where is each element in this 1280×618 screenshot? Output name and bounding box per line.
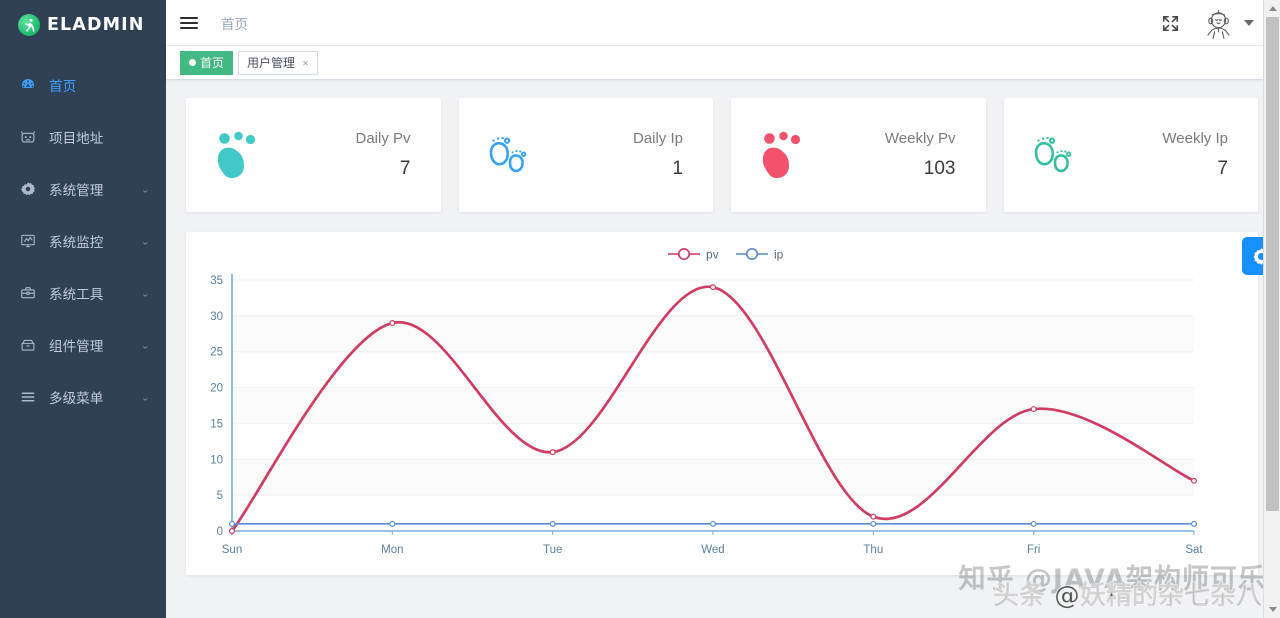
svg-text:20: 20 <box>210 383 223 395</box>
tag-home[interactable]: 首页 <box>180 50 234 75</box>
dashboard-icon <box>19 77 36 94</box>
footprint-outline-icon <box>1030 126 1082 184</box>
sidebar: ELADMIN 首页 项目地址 系统管理 ⌄ 系统监控 ⌄ 系统工具 ⌄ 组件管… <box>0 0 166 618</box>
github-cat-icon <box>19 129 36 146</box>
breadcrumb[interactable]: 首页 <box>221 13 248 33</box>
footprint-solid-icon <box>757 126 809 184</box>
footprint-solid-icon <box>212 126 264 184</box>
sidebar-logo[interactable]: ELADMIN <box>0 0 166 50</box>
sidebar-item-home[interactable]: 首页 <box>0 59 166 111</box>
tag-label: 首页 <box>200 56 225 70</box>
svg-text:Thu: Thu <box>863 544 883 556</box>
admin-dashboard-page: ELADMIN 首页 项目地址 系统管理 ⌄ 系统监控 ⌄ 系统工具 ⌄ 组件管… <box>0 0 1280 618</box>
svg-text:pv: pv <box>706 248 719 262</box>
toolbox-icon <box>19 285 36 302</box>
chevron-down-icon: ⌄ <box>140 236 150 247</box>
svg-text:10: 10 <box>210 454 223 466</box>
navbar-right-controls <box>1161 0 1254 46</box>
chevron-down-icon: ⌄ <box>140 392 150 403</box>
stat-card-weekly-pv[interactable]: Weekly Pv 103 <box>731 98 986 212</box>
stat-card-text: Weekly Pv 103 <box>809 130 964 180</box>
browser-scrollbar[interactable] <box>1263 0 1280 618</box>
fullscreen-icon[interactable] <box>1161 14 1180 33</box>
sidebar-logo-text: ELADMIN <box>47 15 145 35</box>
stat-card-title: Daily Pv <box>355 130 411 147</box>
gear-icon <box>19 181 36 198</box>
sidebar-item-label: 系统工具 <box>49 287 104 302</box>
avatar <box>1202 6 1235 40</box>
stat-card-title: Daily Ip <box>632 130 683 147</box>
close-icon[interactable]: × <box>303 57 309 67</box>
sidebar-item-label: 项目地址 <box>49 131 104 146</box>
svg-text:Sun: Sun <box>222 544 242 556</box>
svg-text:Fri: Fri <box>1027 544 1040 556</box>
pv-ip-line-chart-panel: 0 5 10 15 20 25 30 35 Sun Mon Tue Wed Thu Fri Sat pv ip <box>186 232 1258 575</box>
stat-card-text: Daily Pv 7 <box>264 130 419 180</box>
svg-text:15: 15 <box>210 418 223 430</box>
component-icon <box>19 337 36 354</box>
content-area: Daily Pv 7 Daily Ip 1 Weekly Pv 103 Week… <box>166 80 1280 618</box>
stat-card-daily-pv[interactable]: Daily Pv 7 <box>186 98 441 212</box>
stat-card-title: Weekly Ip <box>1162 130 1228 147</box>
chevron-down-icon <box>1244 20 1254 26</box>
scroll-up-arrow-icon[interactable] <box>1264 0 1280 17</box>
sidebar-item-component-management[interactable]: 组件管理 ⌄ <box>0 319 166 371</box>
stat-card-daily-ip[interactable]: Daily Ip 1 <box>458 98 713 212</box>
sidebar-item-system-tools[interactable]: 系统工具 ⌄ <box>0 267 166 319</box>
hamburger-icon[interactable] <box>180 12 202 34</box>
svg-text:Wed: Wed <box>701 544 724 556</box>
tag-label: 用户管理 <box>247 56 296 70</box>
sidebar-item-label: 组件管理 <box>49 339 104 354</box>
stat-card-weekly-ip[interactable]: Weekly Ip 7 <box>1003 98 1258 212</box>
menu-lines-icon <box>19 389 36 406</box>
svg-text:Sat: Sat <box>1185 544 1203 556</box>
sidebar-item-label: 系统监控 <box>49 235 104 250</box>
footprint-outline-icon <box>485 126 537 184</box>
scroll-down-arrow-icon[interactable] <box>1264 601 1280 618</box>
svg-text:30: 30 <box>210 311 223 323</box>
navbar: 首页 <box>166 0 1280 46</box>
sidebar-item-label: 多级菜单 <box>49 391 104 406</box>
svg-text:35: 35 <box>210 275 223 287</box>
sidebar-item-system-management[interactable]: 系统管理 ⌄ <box>0 163 166 215</box>
svg-text:25: 25 <box>210 347 223 359</box>
chevron-down-icon: ⌄ <box>140 340 150 351</box>
scrollbar-thumb[interactable] <box>1266 17 1279 511</box>
sidebar-nav: 首页 项目地址 系统管理 ⌄ 系统监控 ⌄ 系统工具 ⌄ 组件管理 ⌄ 多级菜单… <box>0 59 166 423</box>
stat-card-text: Daily Ip 1 <box>537 130 692 180</box>
sidebar-item-label: 首页 <box>49 79 77 94</box>
sidebar-item-project-url[interactable]: 项目地址 <box>0 111 166 163</box>
stat-card-value: 7 <box>399 158 411 179</box>
chevron-down-icon: ⌄ <box>140 288 150 299</box>
stat-card-value: 1 <box>672 158 683 179</box>
svg-text:5: 5 <box>217 490 223 502</box>
sidebar-item-system-monitor[interactable]: 系统监控 ⌄ <box>0 215 166 267</box>
monitor-icon <box>19 233 36 250</box>
tag-user-management[interactable]: 用户管理 × <box>238 50 319 75</box>
stat-card-value: 103 <box>923 158 956 179</box>
stat-card-title: Weekly Pv <box>884 130 956 147</box>
eladmin-logo-icon <box>18 14 40 36</box>
stat-card-text: Weekly Ip 7 <box>1082 130 1237 180</box>
svg-text:Mon: Mon <box>381 544 403 556</box>
stat-card-value: 7 <box>1217 158 1228 179</box>
sidebar-item-label: 系统管理 <box>49 183 104 198</box>
avatar-menu[interactable] <box>1202 6 1254 40</box>
stat-cards-row: Daily Pv 7 Daily Ip 1 Weekly Pv 103 Week… <box>186 98 1258 212</box>
svg-text:0: 0 <box>217 526 223 538</box>
tags-view: 首页 用户管理 × <box>166 46 1280 80</box>
sidebar-item-nested-menu[interactable]: 多级菜单 ⌄ <box>0 371 166 423</box>
main-container: 首页 首页 用户管理 × Daily Pv 7 Daily Ip 1 Weekl… <box>166 0 1280 618</box>
tag-active-dot-icon <box>189 59 196 66</box>
chevron-down-icon: ⌄ <box>140 184 150 195</box>
svg-text:Tue: Tue <box>543 544 562 556</box>
pv-ip-line-chart[interactable]: 0 5 10 15 20 25 30 35 Sun Mon Tue Wed Thu Fri Sat pv ip <box>186 232 1222 575</box>
svg-text:ip: ip <box>774 248 784 262</box>
